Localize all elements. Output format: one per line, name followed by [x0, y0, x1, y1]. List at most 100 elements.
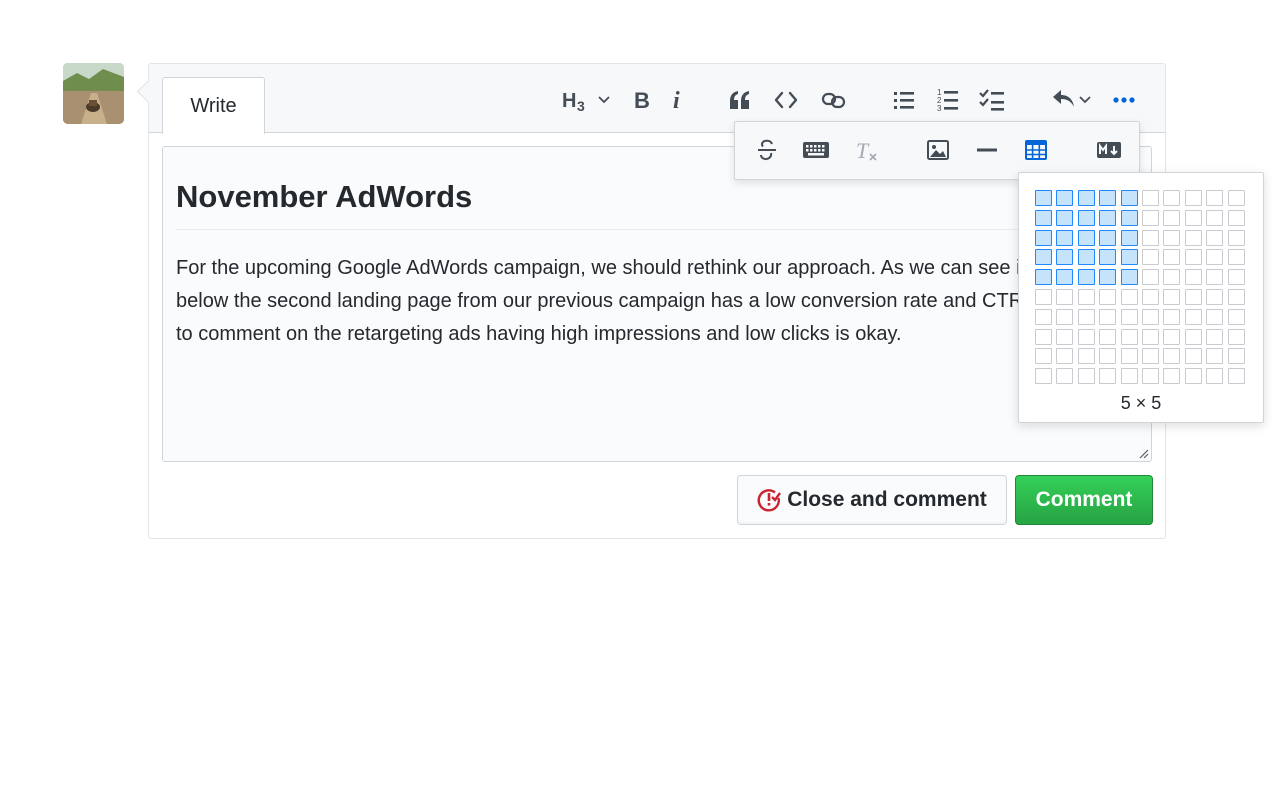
code-button[interactable] — [773, 88, 799, 112]
table-size-cell[interactable] — [1099, 328, 1117, 345]
table-size-cell[interactable] — [1120, 249, 1138, 266]
table-size-cell[interactable] — [1163, 308, 1181, 325]
table-size-cell[interactable] — [1184, 368, 1202, 385]
strikethrough-button[interactable] — [755, 138, 779, 162]
table-size-cell[interactable] — [1184, 269, 1202, 286]
table-size-cell[interactable] — [1141, 328, 1159, 345]
table-size-cell[interactable] — [1099, 190, 1117, 206]
table-size-cell[interactable] — [1120, 190, 1138, 206]
table-size-cell[interactable] — [1120, 308, 1138, 325]
table-size-cell[interactable] — [1184, 229, 1202, 246]
table-size-cell[interactable] — [1120, 209, 1138, 226]
table-size-cell[interactable] — [1184, 328, 1202, 345]
italic-button[interactable]: i — [669, 86, 687, 114]
table-size-cell[interactable] — [1206, 308, 1224, 325]
table-size-cell[interactable] — [1141, 288, 1159, 305]
table-size-cell[interactable] — [1056, 249, 1074, 266]
table-size-cell[interactable] — [1141, 368, 1159, 385]
ordered-list-button[interactable]: 1 2 3 — [935, 87, 961, 113]
table-size-cell[interactable] — [1056, 229, 1074, 246]
table-size-cell[interactable] — [1099, 209, 1117, 226]
table-size-cell[interactable] — [1120, 229, 1138, 246]
saved-replies-dropdown[interactable] — [1078, 92, 1092, 108]
table-size-cell[interactable] — [1227, 288, 1245, 305]
table-button[interactable] — [1024, 139, 1048, 161]
table-size-cell[interactable] — [1227, 348, 1245, 365]
link-button[interactable] — [820, 88, 848, 112]
table-size-cell[interactable] — [1077, 190, 1095, 206]
table-size-cell[interactable] — [1056, 368, 1074, 385]
markdown-button[interactable] — [1095, 139, 1123, 161]
table-size-cell[interactable] — [1141, 229, 1159, 246]
table-size-cell[interactable] — [1206, 190, 1224, 206]
unordered-list-button[interactable] — [891, 88, 917, 112]
table-size-cell[interactable] — [1163, 348, 1181, 365]
table-size-cell[interactable] — [1077, 249, 1095, 266]
table-size-cell[interactable] — [1035, 368, 1052, 385]
table-size-cell[interactable] — [1077, 308, 1095, 325]
table-size-cell[interactable] — [1035, 288, 1052, 305]
table-size-cell[interactable] — [1099, 229, 1117, 246]
table-size-cell[interactable] — [1077, 269, 1095, 286]
table-size-cell[interactable] — [1141, 348, 1159, 365]
table-size-cell[interactable] — [1120, 288, 1138, 305]
table-size-cell[interactable] — [1099, 249, 1117, 266]
saved-replies-button[interactable] — [1051, 86, 1077, 112]
table-size-cell[interactable] — [1035, 229, 1052, 246]
table-size-cell[interactable] — [1099, 269, 1117, 286]
task-list-button[interactable] — [978, 87, 1006, 113]
keyboard-button[interactable] — [801, 139, 831, 161]
table-size-cell[interactable] — [1184, 209, 1202, 226]
clear-format-button[interactable]: T — [853, 138, 881, 164]
bold-button[interactable]: B — [631, 86, 653, 114]
table-size-cell[interactable] — [1227, 308, 1245, 325]
table-size-cell[interactable] — [1056, 328, 1074, 345]
comment-button[interactable]: Comment — [1015, 475, 1153, 525]
table-size-cell[interactable] — [1035, 308, 1052, 325]
table-size-cell[interactable] — [1206, 249, 1224, 266]
table-size-cell[interactable] — [1056, 209, 1074, 226]
table-size-cell[interactable] — [1035, 348, 1052, 365]
horizontal-rule-button[interactable] — [975, 139, 999, 161]
image-button[interactable] — [926, 139, 950, 161]
table-size-cell[interactable] — [1227, 209, 1245, 226]
table-size-cell[interactable] — [1035, 190, 1052, 206]
table-size-cell[interactable] — [1141, 249, 1159, 266]
table-size-cell[interactable] — [1184, 348, 1202, 365]
table-size-cell[interactable] — [1056, 269, 1074, 286]
table-size-cell[interactable] — [1077, 209, 1095, 226]
table-size-cell[interactable] — [1227, 328, 1245, 345]
table-size-cell[interactable] — [1099, 348, 1117, 365]
table-size-cell[interactable] — [1184, 288, 1202, 305]
table-size-cell[interactable] — [1120, 368, 1138, 385]
table-size-cell[interactable] — [1141, 308, 1159, 325]
table-size-cell[interactable] — [1141, 269, 1159, 286]
table-size-cell[interactable] — [1184, 190, 1202, 206]
table-size-cell[interactable] — [1077, 328, 1095, 345]
resize-handle-icon[interactable] — [1139, 449, 1149, 459]
table-size-cell[interactable] — [1163, 368, 1181, 385]
table-size-cell[interactable] — [1035, 269, 1052, 286]
table-size-cell[interactable] — [1120, 348, 1138, 365]
table-size-cell[interactable] — [1227, 249, 1245, 266]
table-size-cell[interactable] — [1099, 368, 1117, 385]
table-size-cell[interactable] — [1163, 190, 1181, 206]
table-size-cell[interactable] — [1206, 328, 1224, 345]
table-size-cell[interactable] — [1077, 288, 1095, 305]
table-size-cell[interactable] — [1141, 209, 1159, 226]
table-size-cell[interactable] — [1206, 368, 1224, 385]
table-size-cell[interactable] — [1163, 288, 1181, 305]
heading-dropdown[interactable] — [597, 92, 611, 108]
table-size-cell[interactable] — [1099, 288, 1117, 305]
table-size-cell[interactable] — [1056, 308, 1074, 325]
table-size-cell[interactable] — [1163, 229, 1181, 246]
table-size-cell[interactable] — [1035, 249, 1052, 266]
table-size-cell[interactable] — [1227, 368, 1245, 385]
table-size-cell[interactable] — [1227, 229, 1245, 246]
table-size-cell[interactable] — [1035, 328, 1052, 345]
table-size-cell[interactable] — [1056, 288, 1074, 305]
table-size-cell[interactable] — [1184, 249, 1202, 266]
heading-button[interactable]: H 3 — [559, 86, 593, 114]
table-size-cell[interactable] — [1056, 190, 1074, 206]
table-size-cell[interactable] — [1077, 229, 1095, 246]
